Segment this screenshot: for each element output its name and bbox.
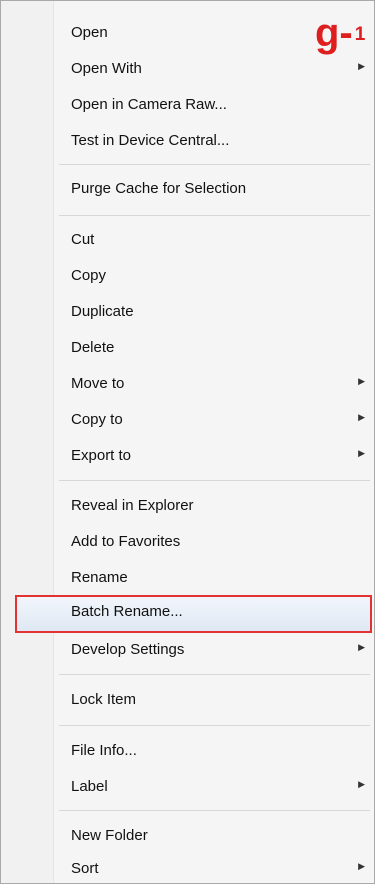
menu-item-duplicate[interactable]: Duplicate — [1, 295, 374, 331]
submenu-arrow-icon: ▶ — [358, 376, 365, 386]
context-menu: g- 1 Open Open With ▶ Open in Camera Raw.… — [0, 0, 375, 884]
menu-separator — [59, 480, 370, 481]
menu-item-new-folder[interactable]: New Folder — [1, 819, 374, 855]
menu-item-label: Batch Rename... — [71, 603, 183, 620]
menu-item-copy[interactable]: Copy — [1, 259, 374, 295]
menu-item-label: Delete — [71, 339, 115, 356]
submenu-arrow-icon: ▶ — [358, 61, 365, 71]
menu-item-batch-rename[interactable]: Batch Rename... — [15, 595, 372, 633]
menu-item-cut[interactable]: Cut — [1, 223, 374, 259]
menu-item-copy-to[interactable]: Copy to ▶ — [1, 403, 374, 439]
submenu-arrow-icon: ▶ — [358, 779, 365, 789]
submenu-arrow-icon: ▶ — [358, 412, 365, 422]
menu-item-label: Copy to — [71, 411, 123, 428]
menu-item-move-to[interactable]: Move to ▶ — [1, 367, 374, 403]
menu-item-reveal-in-explorer[interactable]: Reveal in Explorer — [1, 489, 374, 525]
menu-item-label: Open — [71, 24, 108, 41]
menu-item-develop-settings[interactable]: Develop Settings ▶ — [1, 633, 374, 669]
menu-item-label: Label — [71, 778, 108, 795]
menu-separator — [59, 674, 370, 675]
menu-item-label: Reveal in Explorer — [71, 497, 194, 514]
submenu-arrow-icon: ▶ — [358, 448, 365, 458]
submenu-arrow-icon: ▶ — [358, 861, 365, 871]
menu-separator — [59, 164, 370, 165]
menu-item-label: Develop Settings — [71, 641, 185, 658]
menu-item-open-with[interactable]: Open With ▶ — [1, 52, 374, 88]
menu-item-label: File Info... — [71, 742, 137, 759]
menu-item-label: Copy — [71, 267, 107, 284]
menu-item-label: Cut — [71, 231, 95, 248]
menu-item-sort[interactable]: Sort ▶ — [1, 852, 374, 888]
menu-item-label: Open in Camera Raw... — [71, 96, 227, 113]
submenu-arrow-icon: ▶ — [358, 642, 365, 652]
menu-item-label: New Folder — [71, 827, 148, 844]
menu-item-add-to-favorites[interactable]: Add to Favorites — [1, 525, 374, 561]
menu-separator — [59, 725, 370, 726]
menu-item-file-info[interactable]: File Info... — [1, 734, 374, 770]
menu-separator — [59, 215, 370, 216]
menu-item-delete[interactable]: Delete — [1, 331, 374, 367]
menu-item-label: Duplicate — [71, 303, 134, 320]
menu-item-test-in-device-central[interactable]: Test in Device Central... — [1, 124, 374, 160]
menu-item-rename[interactable]: Rename — [1, 561, 374, 597]
menu-item-export-to[interactable]: Export to ▶ — [1, 439, 374, 475]
menu-item-label: Add to Favorites — [71, 533, 181, 550]
menu-item-label: Move to — [71, 375, 125, 392]
menu-item-lock-item[interactable]: Lock Item — [1, 683, 374, 719]
menu-item-label: Open With — [71, 60, 142, 77]
menu-item-open-in-camera-raw[interactable]: Open in Camera Raw... — [1, 88, 374, 124]
menu-item-label: Rename — [71, 569, 128, 586]
menu-item-label-submenu[interactable]: Label ▶ — [1, 770, 374, 806]
menu-item-open[interactable]: Open — [1, 16, 374, 52]
menu-item-label: Purge Cache for Selection — [71, 180, 247, 197]
menu-item-label: Sort — [71, 860, 99, 877]
menu-item-purge-cache[interactable]: Purge Cache for Selection — [1, 172, 374, 208]
menu-item-label: Export to — [71, 447, 132, 464]
menu-separator — [59, 810, 370, 811]
menu-item-label: Lock Item — [71, 691, 137, 708]
menu-item-label: Test in Device Central... — [71, 132, 230, 149]
